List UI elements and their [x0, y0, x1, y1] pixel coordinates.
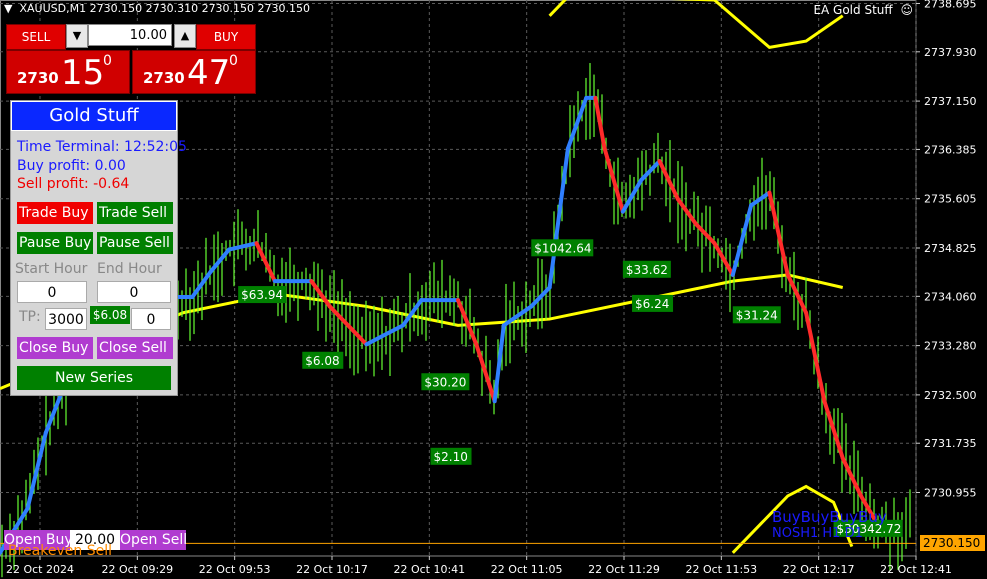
tp-label: TP:	[19, 309, 41, 325]
trend-segment	[565, 95, 589, 151]
time-tick-label: 22 Oct 11:53	[685, 563, 757, 576]
profit-label-text: $2.10	[434, 450, 468, 464]
time-tick-label: 22 Oct 12:17	[783, 563, 855, 576]
new-series-button[interactable]: New Series	[17, 366, 171, 390]
bid-price-pips: 15	[61, 53, 105, 93]
triangle-down-icon: ▼	[4, 2, 13, 15]
time-tick-label: 22 Oct 10:17	[296, 563, 368, 576]
lot-decrease-button[interactable]: ▼	[66, 24, 88, 48]
price-tick-label: 2735.605	[924, 193, 977, 206]
breakeven-sell-label: Breakeven Sell	[8, 543, 112, 559]
pause-buy-button[interactable]: Pause Buy	[17, 232, 93, 254]
time-tick-label: 22 Oct 12:41	[880, 563, 952, 576]
trend-segment	[327, 304, 369, 347]
price-tick-label: 2731.735	[924, 437, 977, 450]
price-tick-label: 2736.385	[924, 143, 977, 156]
trend-segment	[227, 241, 259, 252]
ask-price[interactable]: 2730 47 0	[132, 50, 256, 94]
time-tick-label: 22 Oct 09:29	[101, 563, 173, 576]
buy-series-label: BuyBuyBuyBuy	[772, 508, 887, 526]
close-buy-button[interactable]: Close Buy	[17, 337, 93, 359]
gold-stuff-panel: Gold Stuff Time Terminal: 12:52:05 Buy p…	[10, 100, 187, 396]
sell-button[interactable]: SELL	[6, 24, 66, 50]
start-hour-label: Start Hour	[15, 261, 88, 277]
price-tick-label: 2730.955	[924, 487, 977, 500]
price-tick-label: 2737.150	[924, 95, 977, 108]
price-tick-label: 2733.280	[924, 340, 977, 353]
buy-button[interactable]: BUY	[196, 24, 256, 50]
profit-label-text: $6.24	[635, 297, 669, 311]
trend-segment	[694, 222, 717, 246]
profit-label-text: $1042.64	[534, 241, 591, 255]
profit-label-text: $33.62	[626, 263, 668, 277]
time-tick-label: 22 Oct 11:05	[491, 563, 563, 576]
trend-segment	[547, 146, 570, 290]
price-tick-label: 2732.500	[924, 389, 977, 402]
price-tick-label: 2734.060	[924, 290, 977, 303]
sl-input[interactable]: 0	[131, 308, 171, 330]
trade-sell-button[interactable]: Trade Sell	[97, 202, 173, 224]
trade-buy-button[interactable]: Trade Buy	[17, 202, 93, 224]
one-click-trade-panel: SELL ▼ 10.00 ▲ BUY 2730 15 0 2730 47 0	[4, 22, 256, 94]
tp-input[interactable]: 3000	[45, 308, 87, 330]
trend-segment	[593, 95, 607, 151]
lot-increase-button[interactable]: ▲	[174, 24, 196, 48]
bid-price-base: 2730	[17, 69, 59, 87]
ask-price-fraction: 0	[229, 53, 238, 69]
time-tick-label: 22 Oct 09:53	[199, 563, 271, 576]
time-tick-label: 22 Oct 10:41	[393, 563, 465, 576]
chart-profit-overlay: $6.08	[90, 306, 130, 324]
timeframe-label: NOSH1 H1 D1	[772, 526, 863, 541]
time-tick-label: 22 Oct 11:29	[588, 563, 660, 576]
ea-name: EA Gold Stuff	[813, 3, 893, 17]
lot-input[interactable]: 10.00	[88, 24, 172, 46]
price-tick-label: 2738.695	[924, 0, 977, 10]
current-price-tag: 2730.150	[920, 535, 985, 551]
buy-profit: Buy profit: 0.00	[17, 158, 126, 174]
bid-price[interactable]: 2730 15 0	[6, 50, 130, 94]
symbol-line: XAUUSD,M1 2730.150 2730.310 2730.150 273…	[19, 2, 311, 15]
smiley-icon: ☺	[900, 3, 913, 17]
profit-label-text: $30.20	[424, 375, 466, 389]
trend-segment	[25, 430, 48, 511]
price-tick-label: 2734.825	[924, 242, 977, 255]
bid-price-fraction: 0	[103, 53, 112, 69]
profit-label-text: $6.08	[305, 354, 339, 368]
time-terminal: Time Terminal: 12:52:05	[17, 139, 187, 155]
yellow-band-line	[548, 0, 844, 49]
sell-profit: Sell profit: -0.64	[17, 176, 130, 192]
open-sell-button[interactable]: Open Sell	[120, 530, 186, 550]
end-hour-label: End Hour	[97, 261, 162, 277]
close-sell-button[interactable]: Close Sell	[97, 337, 173, 359]
start-hour-input[interactable]: 0	[17, 281, 87, 303]
end-hour-input[interactable]: 0	[97, 281, 171, 303]
ea-title: EA Gold Stuff ☺	[813, 3, 913, 17]
panel-title: Gold Stuff	[11, 101, 177, 131]
ask-price-pips: 47	[187, 53, 231, 93]
symbol-header: ▼ XAUUSD,M1 2730.150 2730.310 2730.150 2…	[4, 2, 310, 15]
trend-segment	[804, 310, 827, 404]
profit-label-text: $63.94	[241, 288, 283, 302]
profit-label-text: $31.24	[736, 308, 778, 322]
trend-segment	[730, 203, 754, 277]
pause-sell-button[interactable]: Pause Sell	[97, 232, 173, 254]
price-tick-label: 2737.930	[924, 46, 977, 59]
ask-price-base: 2730	[143, 69, 185, 87]
time-tick-label: 22 Oct 2024	[6, 563, 74, 576]
